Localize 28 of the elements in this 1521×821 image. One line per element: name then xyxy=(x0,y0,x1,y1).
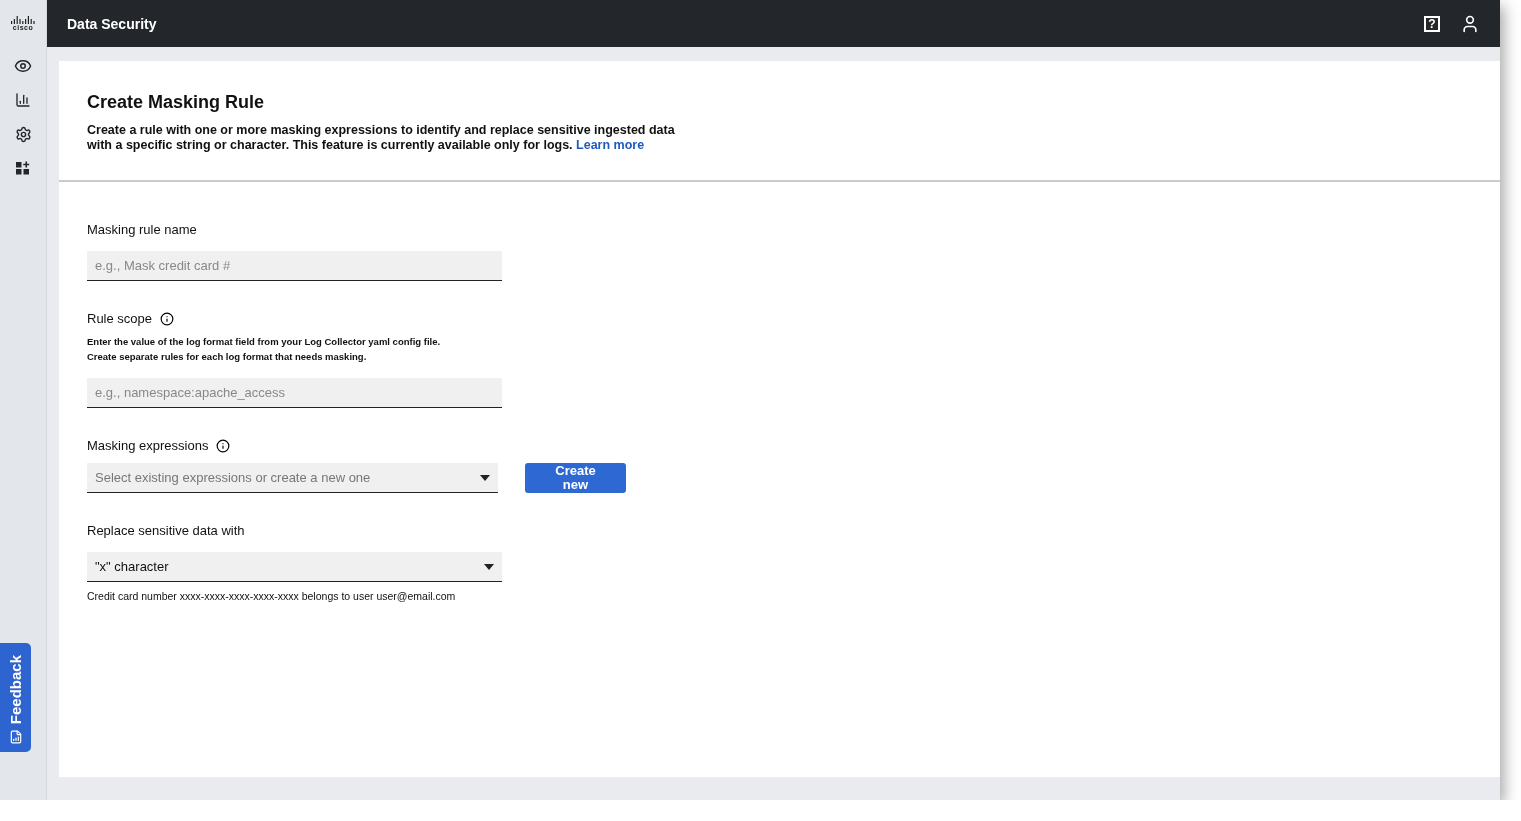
logo-bars-icon xyxy=(11,16,35,24)
field-label: Rule scope xyxy=(87,311,153,326)
caret-icon xyxy=(480,474,490,481)
user-button[interactable] xyxy=(1460,13,1480,34)
dropdown-field[interactable]: Select existing expressions or create a new one xyxy=(87,463,498,493)
eye-icon xyxy=(14,57,32,75)
input-field[interactable]: e.g., namespace:apache_access xyxy=(87,378,502,408)
create-new-button[interactable]: Create new xyxy=(525,463,626,493)
grid-add-icon xyxy=(16,161,30,175)
feedback-button[interactable]: Feedback xyxy=(0,643,31,752)
field-label: Replace sensitive data with xyxy=(87,523,246,538)
help-text: Enter the value of the log format field from your Log Collector yaml config file. Create separate rules for each log format that needs masking. xyxy=(87,335,442,364)
dropdown-field[interactable]: "x" character xyxy=(87,552,502,582)
learn-more-link[interactable]: Learn more xyxy=(576,138,645,152)
help-button[interactable]: ? xyxy=(1424,15,1440,32)
bar-chart-icon xyxy=(15,92,31,108)
info-icon[interactable] xyxy=(216,438,231,453)
example-text: Credit card number xxxx-xxxx-xxxx-xxxx-xxxx belongs to user user@email.com xyxy=(87,590,457,602)
report-icon xyxy=(8,730,23,744)
page-title: Create Masking Rule xyxy=(87,92,266,113)
input-field[interactable]: e.g., Mask credit card # xyxy=(87,251,502,281)
page-description: Create a rule with one or more masking expressions to identify and replace sensitive ingested data with a specific string or character. This feature is currently available only for logs. Learn more xyxy=(87,123,676,153)
field-label: Masking rule name xyxy=(87,222,198,237)
app-title: Data Security xyxy=(67,15,158,32)
field-label: Masking expressions xyxy=(87,438,209,453)
info-icon[interactable] xyxy=(160,311,175,326)
settings-icon xyxy=(14,125,32,143)
caret-icon xyxy=(484,563,494,570)
